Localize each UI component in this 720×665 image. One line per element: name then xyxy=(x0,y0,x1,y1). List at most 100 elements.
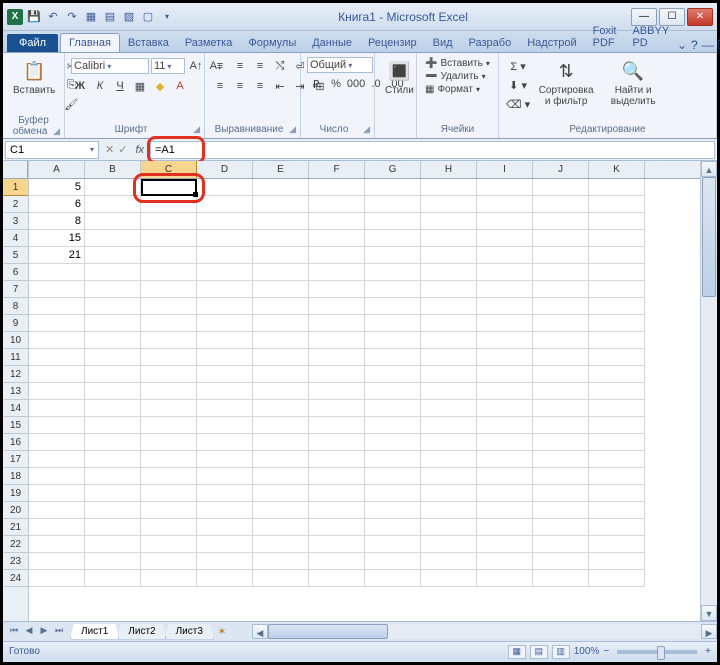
cell-D24[interactable] xyxy=(197,570,253,587)
cell-G9[interactable] xyxy=(365,315,421,332)
number-format-combo[interactable]: Общий▾ xyxy=(307,57,373,73)
font-size-combo[interactable]: 11▾ xyxy=(151,58,185,74)
cell-B17[interactable] xyxy=(85,451,141,468)
row-header-21[interactable]: 21 xyxy=(3,519,28,536)
row-header-3[interactable]: 3 xyxy=(3,213,28,230)
cell-I6[interactable] xyxy=(477,264,533,281)
cell-A22[interactable] xyxy=(29,536,85,553)
qat-btn-4[interactable]: ▢ xyxy=(140,9,156,25)
cell-A6[interactable] xyxy=(29,264,85,281)
cell-A18[interactable] xyxy=(29,468,85,485)
cell-C22[interactable] xyxy=(141,536,197,553)
border-icon[interactable]: ▦ xyxy=(131,77,149,95)
tab-formulas[interactable]: Формулы xyxy=(240,34,304,52)
cell-K5[interactable] xyxy=(589,247,645,264)
delete-cells-button[interactable]: ➖Удалить▾ xyxy=(423,70,488,83)
cell-G18[interactable] xyxy=(365,468,421,485)
cell-A24[interactable] xyxy=(29,570,85,587)
cell-H2[interactable] xyxy=(421,196,477,213)
cell-K21[interactable] xyxy=(589,519,645,536)
scroll-right-icon[interactable]: ▶ xyxy=(701,624,717,639)
cell-A8[interactable] xyxy=(29,298,85,315)
cell-I2[interactable] xyxy=(477,196,533,213)
cell-D10[interactable] xyxy=(197,332,253,349)
cell-F2[interactable] xyxy=(309,196,365,213)
cell-K2[interactable] xyxy=(589,196,645,213)
cell-F10[interactable] xyxy=(309,332,365,349)
cell-I24[interactable] xyxy=(477,570,533,587)
cell-A3[interactable]: 8 xyxy=(29,213,85,230)
align-center-icon[interactable]: ≡ xyxy=(231,77,249,95)
vertical-scrollbar[interactable]: ▲ ▼ xyxy=(700,161,717,621)
cell-C12[interactable] xyxy=(141,366,197,383)
cell-K13[interactable] xyxy=(589,383,645,400)
cell-E17[interactable] xyxy=(253,451,309,468)
col-header-A[interactable]: A xyxy=(29,161,85,178)
align-left-icon[interactable]: ≡ xyxy=(211,77,229,95)
cell-B21[interactable] xyxy=(85,519,141,536)
align-middle-icon[interactable]: ≡ xyxy=(231,57,249,75)
cell-F3[interactable] xyxy=(309,213,365,230)
tab-abbyy[interactable]: ABBYY PD xyxy=(624,22,677,52)
cell-D14[interactable] xyxy=(197,400,253,417)
cell-K10[interactable] xyxy=(589,332,645,349)
cell-I9[interactable] xyxy=(477,315,533,332)
cell-I16[interactable] xyxy=(477,434,533,451)
cell-C18[interactable] xyxy=(141,468,197,485)
indent-dec-icon[interactable]: ⇤ xyxy=(271,77,289,95)
orientation-icon[interactable]: ⤭ xyxy=(271,57,289,75)
row-header-13[interactable]: 13 xyxy=(3,383,28,400)
cell-K8[interactable] xyxy=(589,298,645,315)
cell-D9[interactable] xyxy=(197,315,253,332)
cell-I11[interactable] xyxy=(477,349,533,366)
cell-K4[interactable] xyxy=(589,230,645,247)
sheet-tab-2[interactable]: Лист2 xyxy=(117,624,166,640)
col-header-J[interactable]: J xyxy=(533,161,589,178)
cell-D21[interactable] xyxy=(197,519,253,536)
cell-A23[interactable] xyxy=(29,553,85,570)
cell-H24[interactable] xyxy=(421,570,477,587)
cell-I10[interactable] xyxy=(477,332,533,349)
row-header-16[interactable]: 16 xyxy=(3,434,28,451)
col-header-C[interactable]: C xyxy=(141,161,197,178)
tab-foxit[interactable]: Foxit PDF xyxy=(585,22,625,52)
cell-C21[interactable] xyxy=(141,519,197,536)
row-header-2[interactable]: 2 xyxy=(3,196,28,213)
cell-J21[interactable] xyxy=(533,519,589,536)
cell-B1[interactable] xyxy=(85,179,141,196)
cell-F8[interactable] xyxy=(309,298,365,315)
cell-E2[interactable] xyxy=(253,196,309,213)
tab-home[interactable]: Главная xyxy=(60,33,120,52)
zoom-in-icon[interactable]: + xyxy=(705,646,711,657)
name-box-dropdown-icon[interactable]: ▾ xyxy=(90,145,94,154)
cell-H1[interactable] xyxy=(421,179,477,196)
cell-F4[interactable] xyxy=(309,230,365,247)
cell-B3[interactable] xyxy=(85,213,141,230)
cell-E5[interactable] xyxy=(253,247,309,264)
cell-D11[interactable] xyxy=(197,349,253,366)
cell-J10[interactable] xyxy=(533,332,589,349)
cell-C14[interactable] xyxy=(141,400,197,417)
cell-I17[interactable] xyxy=(477,451,533,468)
cell-I1[interactable] xyxy=(477,179,533,196)
cell-G19[interactable] xyxy=(365,485,421,502)
cell-I13[interactable] xyxy=(477,383,533,400)
autosum-icon[interactable]: Σ ▾ xyxy=(505,57,531,75)
cell-C8[interactable] xyxy=(141,298,197,315)
font-name-combo[interactable]: Calibri▾ xyxy=(71,58,149,74)
cell-J13[interactable] xyxy=(533,383,589,400)
number-launcher-icon[interactable]: ◢ xyxy=(363,124,370,135)
row-header-1[interactable]: 1 xyxy=(3,179,28,196)
cell-E24[interactable] xyxy=(253,570,309,587)
cell-H10[interactable] xyxy=(421,332,477,349)
cell-H16[interactable] xyxy=(421,434,477,451)
cell-H17[interactable] xyxy=(421,451,477,468)
cell-J19[interactable] xyxy=(533,485,589,502)
cell-F6[interactable] xyxy=(309,264,365,281)
cell-F22[interactable] xyxy=(309,536,365,553)
cell-B8[interactable] xyxy=(85,298,141,315)
cell-I19[interactable] xyxy=(477,485,533,502)
cell-J1[interactable] xyxy=(533,179,589,196)
col-header-F[interactable]: F xyxy=(309,161,365,178)
save-icon[interactable]: 💾 xyxy=(26,9,42,25)
